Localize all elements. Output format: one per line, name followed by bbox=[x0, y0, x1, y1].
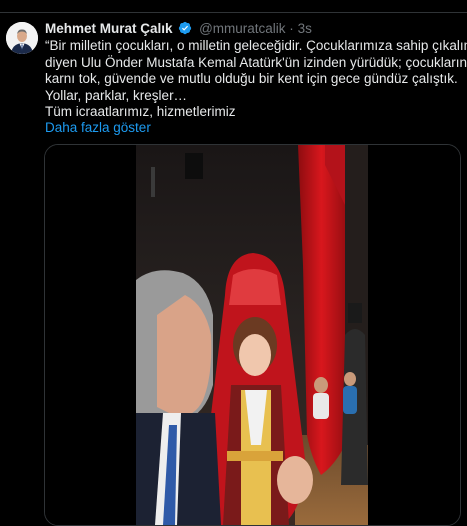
tweet-text-line: “Bir milletin çocukları, o milletin gele… bbox=[45, 38, 467, 53]
tweet-text-line: Yollar, parklar, kreşler… bbox=[45, 87, 188, 103]
avatar-image bbox=[6, 22, 38, 54]
verified-badge-icon bbox=[179, 21, 192, 35]
tweet-text-line: karnı tok, güvende ve mutlu olduğu bir k… bbox=[45, 71, 458, 86]
video-frame bbox=[45, 145, 460, 525]
author-name[interactable]: Mehmet Murat Çalık bbox=[45, 21, 173, 36]
avatar[interactable] bbox=[6, 22, 38, 54]
tweet[interactable]: Mehmet Murat Çalık @mmuratcalik · 3s “Bi… bbox=[0, 0, 467, 526]
tweet-timestamp[interactable]: 3s bbox=[298, 21, 312, 36]
video-media[interactable] bbox=[44, 144, 461, 526]
show-more-link[interactable]: Daha fazla göster bbox=[45, 120, 151, 136]
divider bbox=[0, 12, 467, 13]
tweet-text: “Bir milletin çocukları, o milletin gele… bbox=[45, 38, 467, 121]
tweet-text-line: diyen Ulu Önder Mustafa Kemal Atatürk'ün… bbox=[45, 54, 467, 70]
header-separator: · bbox=[289, 21, 294, 36]
tweet-header: Mehmet Murat Çalık @mmuratcalik · 3s bbox=[45, 21, 312, 37]
author-handle[interactable]: @mmuratcalik bbox=[199, 21, 285, 36]
tweet-text-line: Tüm icraatlarımız, hizmetlerimiz bbox=[45, 104, 236, 119]
